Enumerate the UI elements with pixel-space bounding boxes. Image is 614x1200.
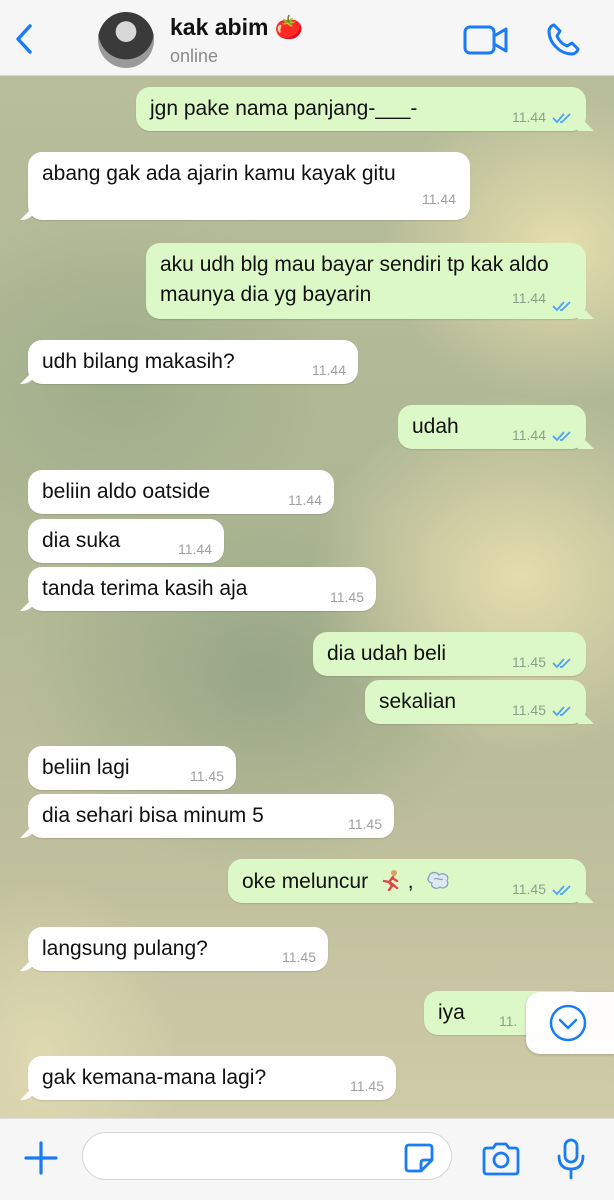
message-bubble-outgoing[interactable]: udah 11.44: [398, 405, 586, 449]
scroll-to-bottom-button[interactable]: [526, 992, 614, 1054]
message-text: udah: [412, 415, 459, 438]
camera-icon: [482, 1142, 520, 1176]
voice-call-button[interactable]: [545, 22, 581, 58]
chat-area[interactable]: jgn pake nama panjang-___- 11.44 abang g…: [0, 76, 614, 1118]
message-bubble-outgoing[interactable]: sekalian 11.45: [365, 680, 586, 724]
message-bubble-incoming[interactable]: beliin aldo oatside 11.44: [28, 470, 334, 514]
message-bubble-outgoing[interactable]: aku udh blg mau bayar sendiri tp kak ald…: [146, 243, 586, 319]
message-text: dia sehari bisa minum 5: [42, 804, 264, 827]
message-input-bar: [0, 1118, 614, 1200]
plus-icon: [24, 1141, 58, 1175]
message-text: beliin aldo oatside: [42, 480, 211, 503]
message-text: udh bilang makasih?: [42, 350, 235, 373]
attach-button[interactable]: [22, 1139, 60, 1177]
message-bubble-incoming[interactable]: gak kemana-mana lagi? 11.45: [28, 1056, 396, 1100]
message-time: 11.45: [350, 1078, 384, 1094]
message-text: beliin lagi: [42, 756, 130, 779]
message-text: gak kemana-mana lagi?: [42, 1066, 267, 1089]
avatar[interactable]: [98, 12, 154, 68]
message-time: 11.44: [512, 427, 546, 443]
message-bubble-incoming[interactable]: dia sehari bisa minum 5 11.45: [28, 794, 394, 838]
back-button[interactable]: [10, 22, 40, 56]
running-person-icon: [382, 870, 399, 891]
contact-name[interactable]: kak abim 🍅: [170, 14, 303, 41]
message-text: tanda terima kasih aja: [42, 577, 248, 600]
message-bubble-incoming[interactable]: abang gak ada ajarin kamu kayak gitu 11.…: [28, 152, 470, 220]
chevron-left-icon: [16, 24, 32, 54]
message-bubble-outgoing[interactable]: oke meluncur , 11.45: [228, 859, 586, 903]
sticker-button[interactable]: [403, 1142, 435, 1174]
message-time: 11.45: [512, 881, 546, 897]
chevron-down-icon: [549, 1004, 587, 1042]
camera-button[interactable]: [480, 1141, 522, 1177]
message-bubble-incoming[interactable]: tanda terima kasih aja 11.45: [28, 567, 376, 611]
sticker-icon: [404, 1143, 434, 1173]
message-text: abang gak ada ajarin kamu kayak gitu: [42, 162, 396, 185]
read-receipt-icon: [552, 706, 571, 717]
message-bubble-outgoing[interactable]: jgn pake nama panjang-___- 11.44: [136, 87, 586, 131]
message-time: 11.45: [330, 589, 364, 605]
message-time: 11.44: [288, 492, 322, 508]
message-bubble-outgoing[interactable]: dia udah beli 11.45: [313, 632, 586, 676]
message-time: 11.44: [178, 541, 212, 557]
message-text: oke meluncur: [242, 870, 369, 893]
message-time: 11.44: [512, 109, 546, 125]
video-call-button[interactable]: [463, 24, 509, 56]
message-text: jgn pake nama panjang-___-: [150, 97, 418, 120]
message-bubble-incoming[interactable]: langsung pulang? 11.45: [28, 927, 328, 971]
dash-cloud-icon: [427, 871, 449, 889]
contact-status: online: [170, 46, 219, 66]
voice-message-button[interactable]: [556, 1137, 586, 1181]
message-text: sekalian: [379, 690, 457, 713]
message-time: 11.44: [422, 191, 456, 207]
message-text: langsung pulang?: [42, 937, 208, 960]
message-bubble-incoming[interactable]: udh bilang makasih? 11.44: [28, 340, 358, 384]
message-time: 11.45: [348, 816, 382, 832]
chat-header: kak abim 🍅 online: [0, 0, 614, 76]
message-text: aku udh blg mau bayar sendiri tp kak ald…: [160, 253, 549, 306]
message-time: 11.45: [282, 949, 316, 965]
message-time: 11.44: [312, 362, 346, 378]
read-receipt-icon: [552, 658, 571, 669]
message-input[interactable]: [99, 1143, 399, 1169]
message-text: iya: [438, 1001, 465, 1024]
read-receipt-icon: [552, 301, 571, 312]
message-time: 11.45: [190, 768, 224, 784]
message-time: 11.44: [512, 290, 546, 306]
phone-icon: [547, 23, 580, 56]
message-time: 11.: [499, 1013, 518, 1029]
message-bubble-incoming[interactable]: dia suka 11.44: [28, 519, 224, 563]
message-text: dia udah beli: [327, 642, 447, 665]
microphone-icon: [557, 1138, 585, 1180]
read-receipt-icon: [552, 885, 571, 896]
message-bubble-incoming[interactable]: beliin lagi 11.45: [28, 746, 236, 790]
message-text: dia suka: [42, 529, 121, 552]
video-camera-icon: [463, 25, 508, 55]
message-time: 11.45: [512, 654, 546, 670]
read-receipt-icon: [552, 431, 571, 442]
message-time: 11.45: [512, 702, 546, 718]
read-receipt-icon: [552, 113, 571, 124]
message-field[interactable]: [82, 1132, 452, 1180]
